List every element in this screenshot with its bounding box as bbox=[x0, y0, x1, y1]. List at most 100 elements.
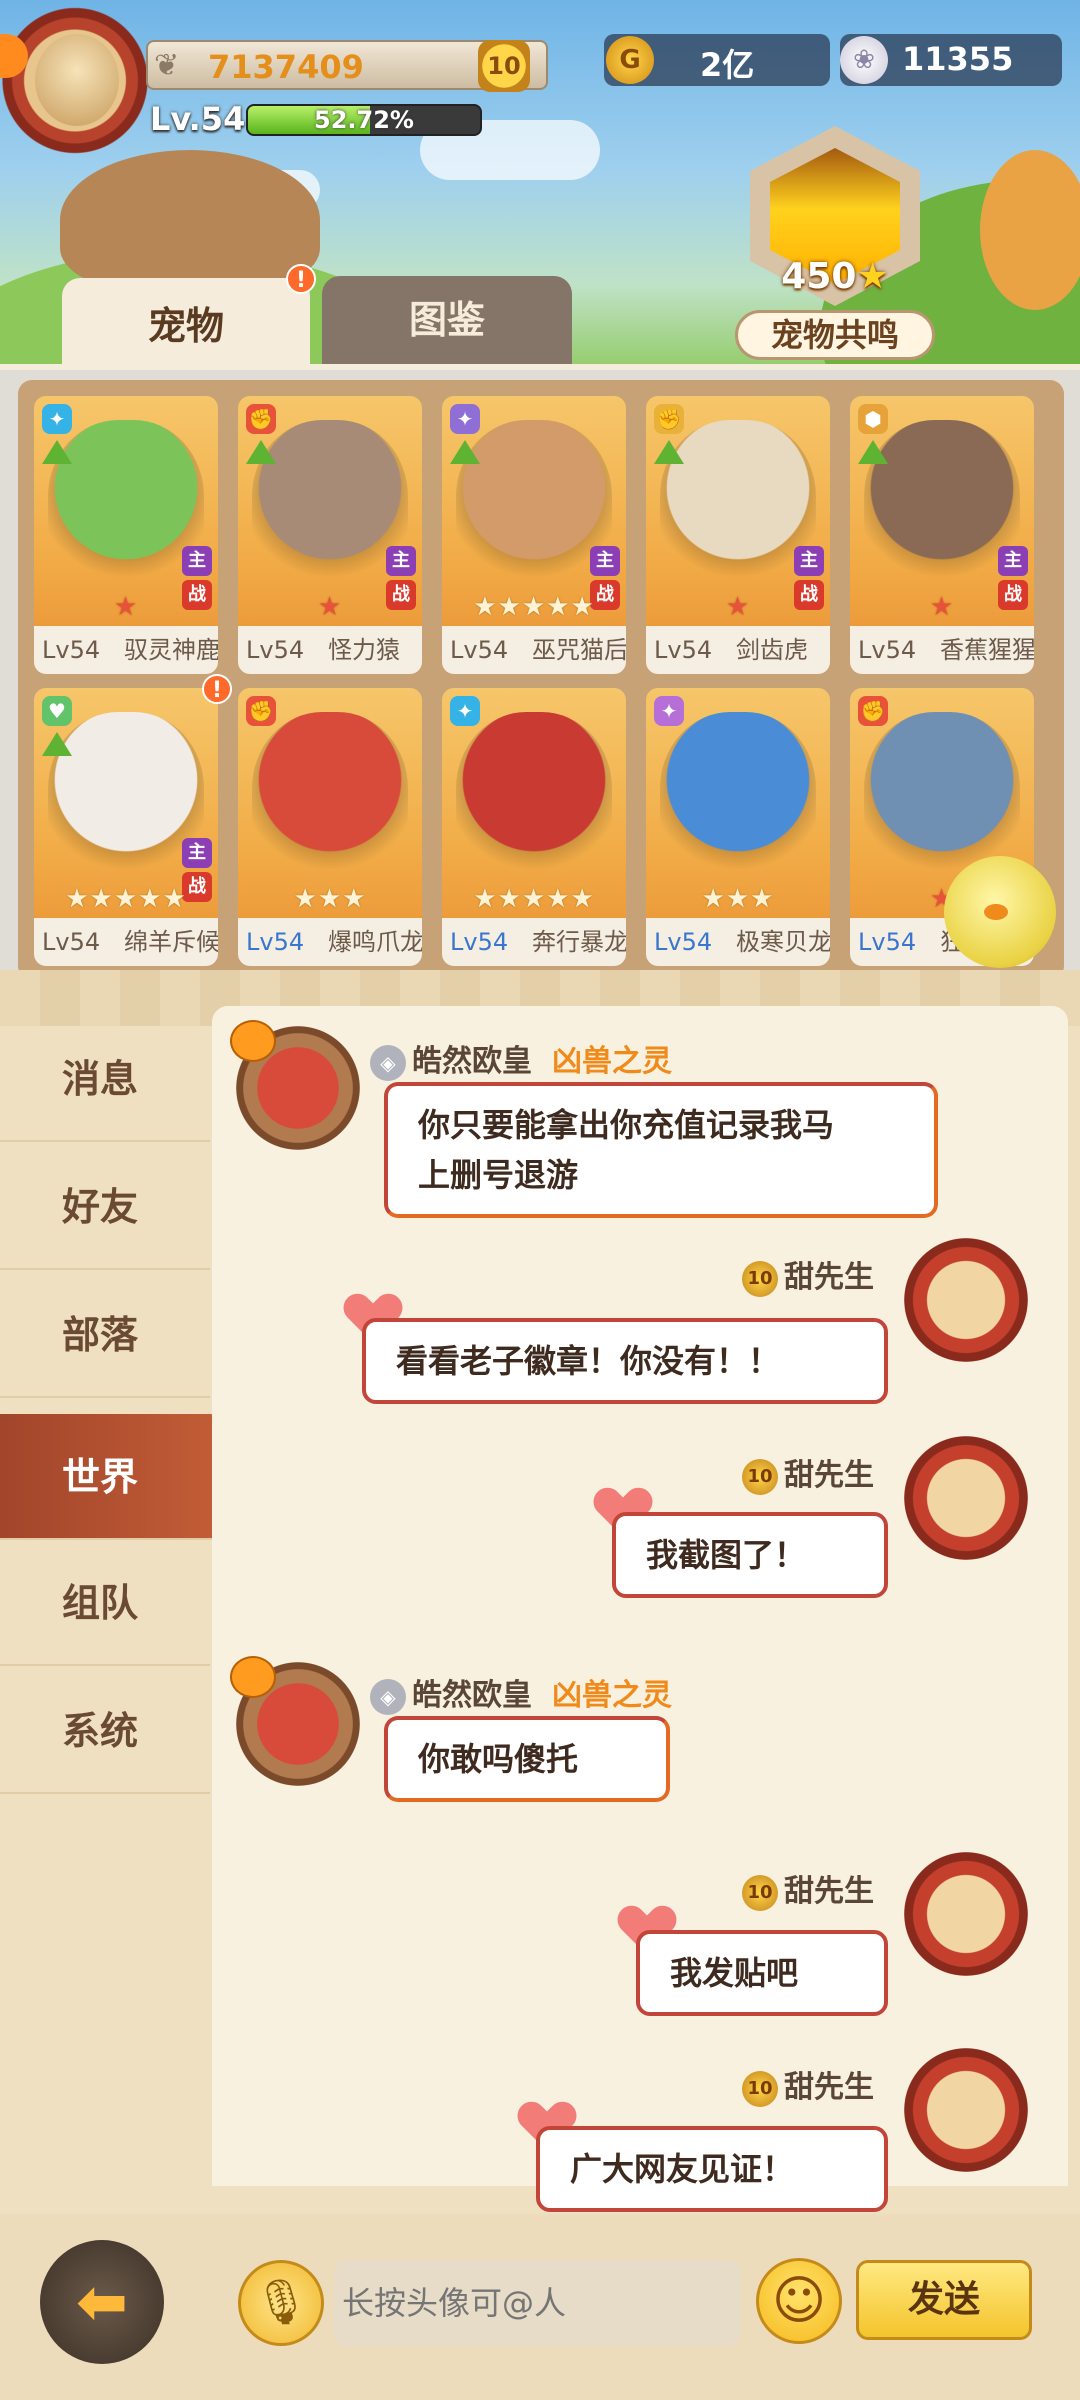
avatar-ring bbox=[904, 1436, 1028, 1560]
chick-mascot bbox=[944, 856, 1056, 968]
avatar-face bbox=[35, 34, 119, 126]
send-button[interactable]: 发送 bbox=[856, 2260, 1032, 2340]
element-icon: ✦ bbox=[42, 404, 72, 434]
player-avatar[interactable] bbox=[0, 4, 150, 174]
avatar[interactable] bbox=[230, 1020, 366, 1170]
star-icon: ★ bbox=[113, 884, 139, 914]
gold-value: 2亿 bbox=[700, 46, 755, 84]
tab-codex[interactable]: 图鉴 bbox=[322, 276, 572, 364]
avatar[interactable] bbox=[898, 1430, 1034, 1580]
pet-card[interactable]: ♥ 主战 ★★★★★ Lv54 绵羊斥候 bbox=[34, 688, 218, 966]
pet-label: Lv54 极寒贝龙 bbox=[646, 918, 830, 966]
star-icon: ★ bbox=[342, 884, 367, 914]
chat-bubble[interactable]: 看看老子徽章！你没有！！ bbox=[362, 1318, 888, 1404]
main-badge: 主 bbox=[182, 546, 212, 576]
tab-label: 图鉴 bbox=[408, 298, 485, 342]
gold-resource[interactable]: G 2亿 bbox=[604, 34, 830, 86]
star-rating: ★★★ bbox=[646, 884, 830, 914]
star-rating: ★ bbox=[34, 592, 218, 622]
chat-tab-system[interactable]: 系统 bbox=[0, 1668, 210, 1794]
pet-card[interactable]: ✊ 主战 ★ Lv54 怪力猿 bbox=[238, 396, 422, 674]
chat-tab-friends[interactable]: 好友 bbox=[0, 1144, 210, 1270]
sender-tag: 凶兽之灵 bbox=[552, 1678, 672, 1713]
back-button[interactable]: ⬅ bbox=[40, 2240, 164, 2364]
star-icon: ★ bbox=[725, 884, 751, 914]
tab-pets[interactable]: 宠物 ! bbox=[62, 264, 316, 374]
element-icon: ♥ bbox=[42, 696, 72, 726]
chat-bubble[interactable]: 你只要能拿出你充值记录我马 上删号退游 bbox=[384, 1082, 938, 1218]
pet-resonance-button[interactable]: 450★ 宠物共鸣 bbox=[730, 126, 940, 366]
voice-button[interactable]: 🎙 bbox=[238, 2260, 324, 2346]
message-line: 我截图了！ bbox=[646, 1536, 807, 1574]
pet-card[interactable]: ⬢ 主战 ★ Lv54 香蕉猩猩 bbox=[850, 396, 1034, 674]
chat-input-bar: ⬅ 🎙 ☺ 发送 bbox=[0, 2214, 1080, 2400]
pet-label: Lv54 香蕉猩猩 bbox=[850, 626, 1034, 674]
pet-name: 怪力猿 bbox=[328, 636, 400, 664]
chat-bubble[interactable]: 你敢吗傻托 bbox=[384, 1716, 670, 1802]
avatar[interactable] bbox=[898, 1232, 1034, 1382]
rooster-creature bbox=[980, 150, 1080, 310]
star-icon: ★ bbox=[725, 592, 751, 622]
avatar-ring bbox=[904, 1238, 1028, 1362]
pet-label: Lv54 剑齿虎 bbox=[646, 626, 830, 674]
chat-message-area[interactable]: ◈ 皓然欧皇 凶兽之灵 你只要能拿出你充值记录我马 上删号退游 10 甜先生 看看老子… bbox=[212, 1006, 1068, 2212]
element-icon: ✊ bbox=[246, 404, 276, 434]
pet-label: Lv54 奔行暴龙 bbox=[442, 918, 626, 966]
chat-tab-team[interactable]: 组队 bbox=[0, 1540, 210, 1666]
pet-name: 绵羊斥候 bbox=[124, 928, 218, 956]
chat-tab-world[interactable]: 世界 bbox=[0, 1414, 222, 1540]
element-icon: ✊ bbox=[858, 696, 888, 726]
pet-card[interactable]: ✊ 主战 ★ Lv54 剑齿虎 bbox=[646, 396, 830, 674]
pet-name: 剑齿虎 bbox=[736, 636, 808, 664]
notification-orb bbox=[0, 34, 28, 78]
avatar[interactable] bbox=[898, 1846, 1034, 1996]
pet-card[interactable]: ✦ 主战 ★★★★★ Lv54 巫咒猫后 bbox=[442, 396, 626, 674]
chat-bubble[interactable]: 广大网友见证！ bbox=[536, 2126, 888, 2212]
pet-card[interactable]: ✊ ★★★ Lv54 爆鸣爪龙 bbox=[238, 688, 422, 966]
wolf-badge-icon: ◈ bbox=[370, 1044, 406, 1081]
element-icon: ✦ bbox=[450, 404, 480, 434]
pet-level: Lv54 bbox=[858, 636, 917, 664]
pet-level: Lv54 bbox=[246, 928, 305, 956]
chat-bubble[interactable]: 我发贴吧 bbox=[636, 1930, 888, 2016]
pet-name: 驭灵神鹿 bbox=[124, 636, 218, 664]
tab-label: 消息 bbox=[62, 1057, 139, 1101]
pet-name: 奔行暴龙 bbox=[532, 928, 626, 956]
back-arrow-icon: ⬅ bbox=[76, 2265, 128, 2338]
rank-up-icon bbox=[858, 440, 888, 464]
exp-percent: 52.72% bbox=[314, 106, 414, 134]
pet-card[interactable]: ✦ ★★★ Lv54 极寒贝龙 bbox=[646, 688, 830, 966]
star-icon: ★ bbox=[89, 884, 114, 914]
top-scene: ❦ 7137409 10 Lv.54 52.72% G 2亿 ❀ 11355 4… bbox=[0, 0, 1080, 380]
avatar[interactable] bbox=[898, 2042, 1034, 2192]
chat-tab-messages[interactable]: 消息 bbox=[0, 1016, 210, 1142]
star-rating: ★★★ bbox=[238, 884, 422, 914]
star-icon: ★ bbox=[546, 592, 571, 622]
chat-bubble[interactable]: 我截图了！ bbox=[612, 1512, 888, 1598]
score-bar: ❦ 7137409 10 bbox=[146, 40, 548, 92]
sender-name: ◈ 皓然欧皇 凶兽之灵 bbox=[370, 1036, 672, 1081]
gem-resource[interactable]: ❀ 11355 bbox=[840, 34, 1062, 86]
pet-card[interactable]: ✦ ★★★★★ Lv54 奔行暴龙 bbox=[442, 688, 626, 966]
pet-card[interactable]: ✦ 主战 ★ Lv54 驭灵神鹿 bbox=[34, 396, 218, 674]
chat-input[interactable] bbox=[334, 2260, 740, 2346]
star-icon: ★ bbox=[701, 884, 726, 914]
gem-value: 11355 bbox=[902, 40, 1014, 78]
emoji-button[interactable]: ☺ bbox=[756, 2258, 842, 2344]
star-icon: ★ bbox=[497, 884, 522, 914]
chat-tab-tribe[interactable]: 部落 bbox=[0, 1272, 210, 1398]
star-icon: ★ bbox=[317, 592, 343, 622]
pet-portrait bbox=[456, 712, 612, 882]
rank-up-icon bbox=[42, 440, 72, 464]
pumpkin-icon bbox=[230, 1020, 276, 1062]
pet-name: 香蕉猩猩 bbox=[940, 636, 1034, 664]
vip-badge[interactable]: 10 bbox=[478, 40, 530, 92]
pet-label: Lv54 爆鸣爪龙 bbox=[238, 918, 422, 966]
sender-name: 10 甜先生 bbox=[742, 1866, 874, 1911]
alert-icon: ! bbox=[202, 674, 232, 704]
alert-icon: ! bbox=[286, 264, 316, 294]
tab-label: 组队 bbox=[62, 1581, 139, 1625]
avatar[interactable] bbox=[230, 1656, 366, 1806]
star-icon: ★ bbox=[570, 884, 595, 914]
star-rating: ★ bbox=[850, 592, 1034, 622]
